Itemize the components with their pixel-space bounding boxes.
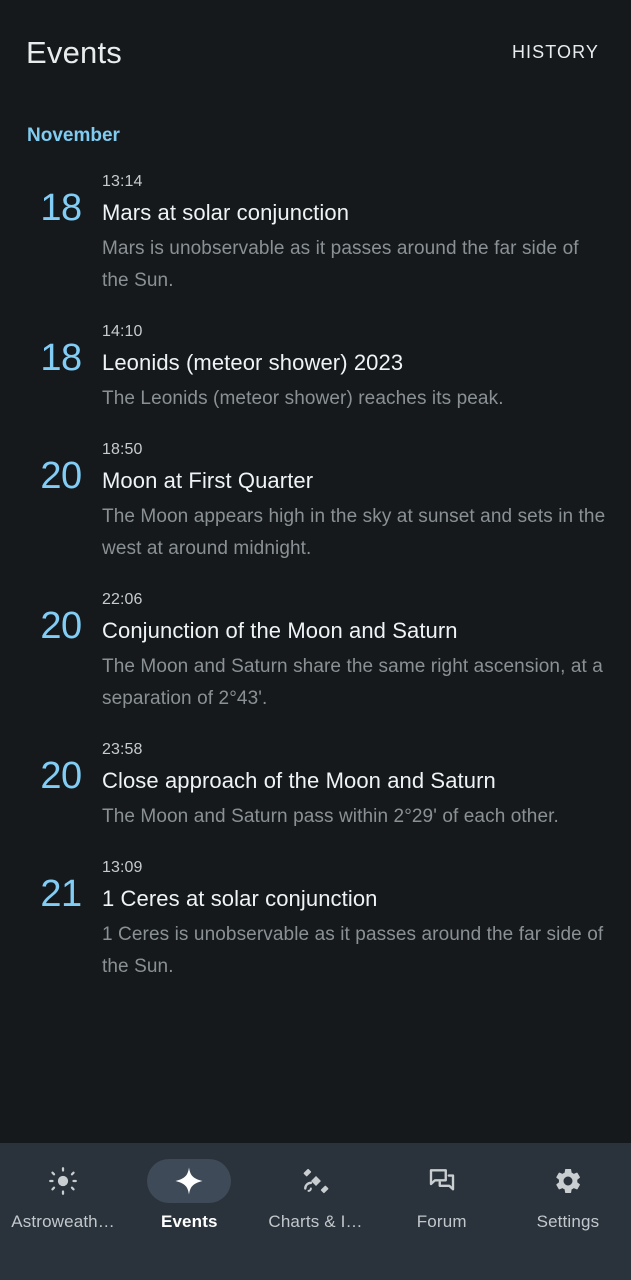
- event-body: 22:06 Conjunction of the Moon and Saturn…: [102, 587, 609, 715]
- event-day: 20: [40, 755, 82, 797]
- nav-label: Events: [160, 1212, 218, 1231]
- event-day: 21: [40, 873, 82, 915]
- events-screen: Events HISTORY November 18 13:14 Mars at…: [0, 0, 631, 1280]
- event-description: 1 Ceres is unobservable as it passes aro…: [102, 924, 604, 977]
- event-time: 18:50: [102, 441, 143, 458]
- event-list-item[interactable]: 20 22:06 Conjunction of the Moon and Sat…: [0, 587, 631, 715]
- event-list-item[interactable]: 18 14:10 Leonids (meteor shower) 2023 Th…: [0, 319, 631, 415]
- nav-pill-active: [147, 1159, 232, 1203]
- event-day: 18: [40, 337, 82, 379]
- events-scroll-area[interactable]: November 18 13:14 Mars at solar conjunct…: [0, 104, 631, 1280]
- nav-label: Settings: [536, 1212, 600, 1231]
- nav-pill: [526, 1159, 610, 1203]
- event-title: Leonids (meteor shower) 2023: [102, 350, 404, 375]
- event-time: 14:10: [102, 323, 143, 340]
- sun-icon: [48, 1166, 78, 1196]
- event-title: Close approach of the Moon and Saturn: [102, 768, 496, 793]
- nav-pill: [21, 1159, 105, 1203]
- event-title: Conjunction of the Moon and Saturn: [102, 618, 458, 643]
- event-description: The Moon and Saturn share the same right…: [102, 656, 603, 709]
- nav-pill: [274, 1159, 358, 1203]
- bottom-navigation-bar: Astroweath… Events Charts & I… Forum Set…: [0, 1143, 631, 1280]
- event-description: The Moon and Saturn pass within 2°29' of…: [102, 806, 559, 827]
- satellite-icon: [301, 1166, 331, 1196]
- event-body: 13:09 1 Ceres at solar conjunction 1 Cer…: [102, 855, 609, 983]
- event-list-item[interactable]: 20 18:50 Moon at First Quarter The Moon …: [0, 437, 631, 565]
- event-time: 13:09: [102, 859, 143, 876]
- page-title: Events: [26, 34, 122, 70]
- nav-label: Charts & I…: [268, 1212, 363, 1231]
- event-title: Moon at First Quarter: [102, 468, 314, 493]
- event-body: 14:10 Leonids (meteor shower) 2023 The L…: [102, 319, 609, 415]
- history-button[interactable]: HISTORY: [506, 34, 605, 71]
- star-icon: [174, 1166, 204, 1196]
- nav-item-forum[interactable]: Forum: [379, 1159, 505, 1232]
- event-list-item[interactable]: 20 23:58 Close approach of the Moon and …: [0, 737, 631, 833]
- nav-label: Forum: [416, 1212, 467, 1231]
- nav-pill: [400, 1159, 484, 1203]
- event-title: 1 Ceres at solar conjunction: [102, 886, 378, 911]
- event-list-item[interactable]: 18 13:14 Mars at solar conjunction Mars …: [0, 169, 631, 297]
- event-time: 13:14: [102, 173, 143, 190]
- event-description: Mars is unobservable as it passes around…: [102, 238, 579, 291]
- nav-item-settings[interactable]: Settings: [505, 1159, 631, 1232]
- event-description: The Moon appears high in the sky at suns…: [102, 506, 606, 559]
- nav-item-events[interactable]: Events: [126, 1159, 252, 1232]
- month-header: November: [27, 125, 120, 146]
- chat-bubbles-icon: [427, 1166, 457, 1196]
- event-time: 23:58: [102, 741, 143, 758]
- app-bar: Events HISTORY: [0, 0, 631, 104]
- event-description: The Leonids (meteor shower) reaches its …: [102, 388, 504, 409]
- event-day: 20: [40, 455, 82, 497]
- event-day: 20: [40, 605, 82, 647]
- event-list: 18 13:14 Mars at solar conjunction Mars …: [0, 169, 631, 983]
- event-day: 18: [40, 187, 82, 229]
- event-body: 13:14 Mars at solar conjunction Mars is …: [102, 169, 609, 297]
- event-body: 23:58 Close approach of the Moon and Sat…: [102, 737, 609, 833]
- event-time: 22:06: [102, 591, 143, 608]
- nav-item-charts-and-images[interactable]: Charts & I…: [252, 1159, 378, 1232]
- event-body: 18:50 Moon at First Quarter The Moon app…: [102, 437, 609, 565]
- event-list-item[interactable]: 21 13:09 1 Ceres at solar conjunction 1 …: [0, 855, 631, 983]
- nav-item-astroweather[interactable]: Astroweath…: [0, 1159, 126, 1232]
- event-title: Mars at solar conjunction: [102, 200, 350, 225]
- nav-label: Astroweath…: [11, 1212, 115, 1231]
- gear-icon: [553, 1166, 583, 1196]
